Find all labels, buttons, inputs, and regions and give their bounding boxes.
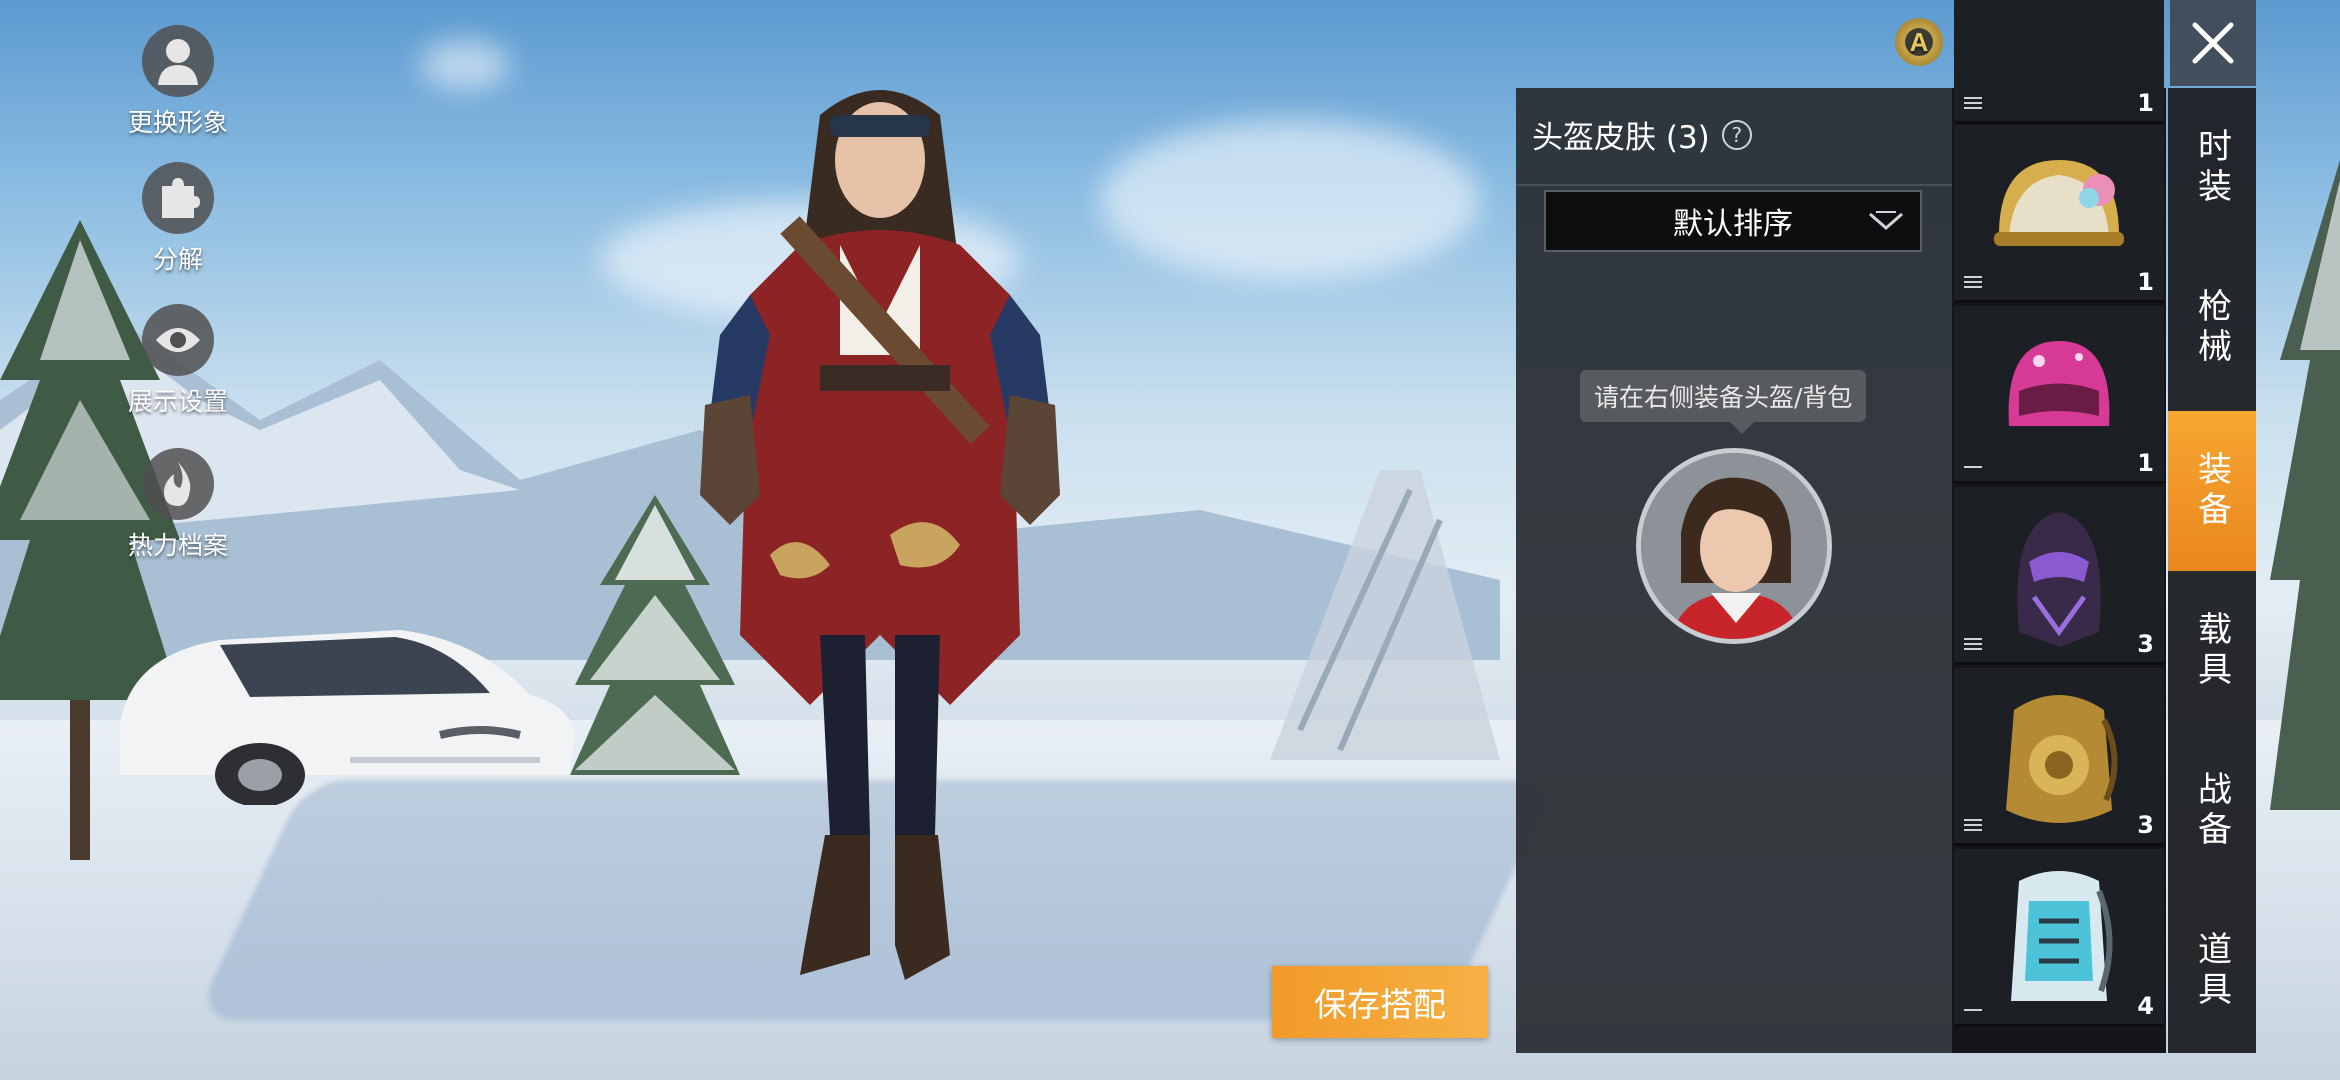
item-count: 3 [2137, 630, 2154, 658]
stack-icon [1964, 638, 1982, 650]
industrial-tower [1270, 470, 1500, 760]
panel-title-text: 头盔皮肤 (3) [1532, 120, 1710, 156]
dash-icon [1964, 466, 1982, 468]
item-slot-gold-backpack[interactable]: 3 [1954, 668, 2164, 846]
panel-title: 头盔皮肤 (3) ? [1532, 112, 1752, 157]
helmet-skin-panel: 头盔皮肤 (3) ? 默认排序 请在右侧装备头盔/背包 [1516, 88, 1952, 1053]
item-slot-purple-helmet[interactable]: 3 [1954, 487, 2164, 665]
white-car [120, 630, 575, 805]
gold-backpack-icon [2006, 695, 2118, 823]
pink-helmet-icon [2008, 341, 2110, 426]
tab-vehicles[interactable]: 载具 [2168, 571, 2256, 731]
tab-combat-gear[interactable]: 战备 [2168, 731, 2256, 891]
puzzle-icon [142, 162, 214, 234]
display-settings-label: 展示设置 [127, 387, 228, 416]
item-count: 1 [2137, 268, 2154, 296]
change-appearance-button[interactable]: 更换形象 [118, 25, 238, 139]
help-icon[interactable]: ? [1721, 119, 1752, 150]
item-slot-gold-helmet[interactable]: 1 [1954, 125, 2164, 303]
item-slot-pink-helmet[interactable]: 1 [1954, 306, 2164, 484]
person-icon [142, 25, 214, 97]
tab-weapons[interactable]: 枪械 [2168, 248, 2256, 408]
heat-profile-button[interactable]: 热力档案 [118, 448, 238, 562]
player-character [700, 90, 1060, 980]
gold-helmet-icon [1994, 160, 2124, 246]
item-slot-cyan-backpack[interactable]: 4 [1954, 849, 2164, 1027]
snowy-tree-right [2270, 160, 2340, 810]
close-button[interactable] [2170, 0, 2256, 86]
dismantle-button[interactable]: 分解 [118, 162, 238, 276]
item-count: 1 [2137, 89, 2154, 117]
sort-dropdown-label: 默认排序 [1673, 207, 1793, 242]
item-slot-0[interactable]: 1 [1954, 0, 2164, 124]
category-tabs: 时装 枪械 装备 载具 战备 道具 [2168, 88, 2256, 1053]
item-count: 1 [2137, 449, 2154, 477]
stack-icon [1964, 819, 1982, 831]
close-icon [2192, 22, 2234, 64]
eye-icon [142, 304, 214, 376]
tab-props[interactable]: 道具 [2168, 891, 2256, 1051]
sort-dropdown[interactable]: 默认排序 [1544, 190, 1922, 252]
heat-profile-label: 热力档案 [127, 531, 228, 560]
item-list: 1 1 1 3 3 4 [1952, 0, 2166, 1053]
tab-fashion[interactable]: 时装 [2168, 88, 2256, 248]
stack-icon [1964, 97, 1982, 109]
dash-icon [1964, 1009, 1982, 1011]
flame-icon [142, 448, 214, 520]
equip-hint-tooltip: 请在右侧装备头盔/背包 [1580, 370, 1867, 434]
a-coin-icon: A [1895, 18, 1943, 66]
item-count: 3 [2137, 811, 2154, 839]
dismantle-label: 分解 [152, 245, 203, 274]
display-settings-button[interactable]: 展示设置 [118, 304, 238, 418]
stack-icon [1964, 276, 1982, 288]
cyan-backpack-icon [2011, 871, 2113, 1001]
item-count: 4 [2137, 992, 2154, 1020]
change-appearance-label: 更换形象 [127, 108, 228, 137]
panel-divider [1516, 184, 1952, 186]
save-outfit-button[interactable]: 保存搭配 [1272, 966, 1488, 1038]
chevron-down-icon [1869, 211, 1903, 230]
character-avatar [1636, 448, 1832, 644]
tab-equipment[interactable]: 装备 [2168, 411, 2256, 571]
purple-helmet-icon [2017, 512, 2101, 647]
